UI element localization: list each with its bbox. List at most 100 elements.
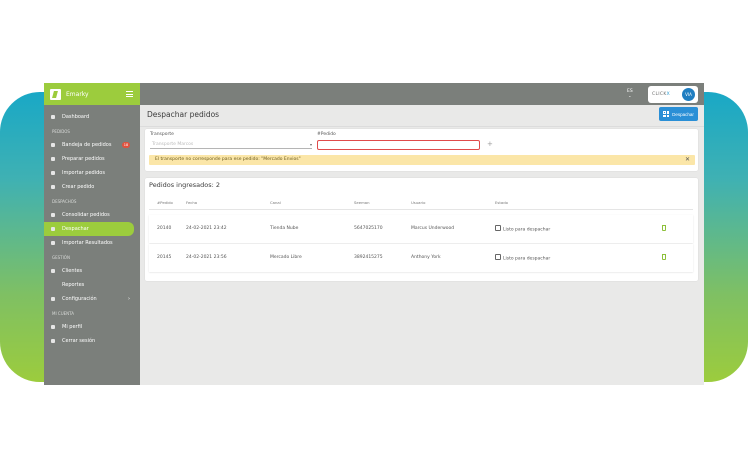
sidebar-list: Dashboard PEDIDOS Bandeja de pedidos 18 Prep… bbox=[44, 105, 140, 348]
alert-message: El transporte no corresponde para ese pe… bbox=[155, 157, 301, 162]
count-badge: 18 bbox=[122, 142, 130, 148]
sidebar-item-label: Cerrar sesión bbox=[62, 338, 96, 344]
column-header-canal: Canal bbox=[270, 200, 281, 205]
sidebar-section-mi-cuenta: MI CUENTA bbox=[52, 310, 75, 316]
preparar-pedidos-icon bbox=[51, 157, 55, 161]
sidebar-item-consolidar-pedidos[interactable]: Consolidar pedidos bbox=[44, 208, 140, 222]
sidebar-section-pedidos: PEDIDOS bbox=[52, 128, 70, 134]
dashboard-icon bbox=[51, 115, 55, 119]
chevron-right-icon: › bbox=[128, 296, 130, 302]
sidebar-item-bandeja-de-pedidos[interactable]: Bandeja de pedidos 18 bbox=[44, 138, 140, 152]
column-header-seeman: Seeman bbox=[354, 200, 370, 205]
transporte-select[interactable]: Transporte Marcos ▾ bbox=[150, 140, 312, 149]
configuracion-icon bbox=[51, 297, 55, 301]
cell-canal: Tienda Nube bbox=[270, 226, 299, 231]
table-title: Pedidos ingresados: 2 bbox=[149, 181, 221, 189]
estado-label: Listo para despachar bbox=[503, 227, 551, 233]
sidebar-item-importar-resultados[interactable]: Importar Resultados bbox=[44, 236, 140, 250]
trash-icon[interactable] bbox=[662, 225, 666, 231]
sidebar-item-despachar[interactable]: Despachar bbox=[44, 222, 134, 236]
clickx-prefix: CLICK bbox=[652, 92, 667, 97]
grid-icon bbox=[663, 111, 670, 117]
crear-pedido-icon bbox=[51, 185, 55, 189]
pedido-label: #Pedido bbox=[317, 132, 336, 137]
sidebar-section-gestion: GESTIÓN bbox=[52, 254, 70, 260]
sidebar-item-dashboard[interactable]: Dashboard bbox=[44, 110, 140, 124]
sidebar-item-label: Reportes bbox=[62, 282, 85, 288]
menu-toggle-icon[interactable] bbox=[126, 91, 133, 97]
cell-seeman: 5647025170 bbox=[354, 226, 383, 231]
page-title: Despachar pedidos bbox=[147, 110, 220, 119]
importar-resultados-icon bbox=[51, 241, 55, 245]
column-header-fecha: Fecha bbox=[186, 200, 198, 205]
transporte-label: Transporte bbox=[150, 132, 174, 137]
sidebar-header: Emarky bbox=[44, 83, 140, 105]
despachar-button[interactable]: Despachar bbox=[659, 107, 698, 121]
cell-pedido: 20145 bbox=[157, 255, 172, 260]
table-header-divider bbox=[149, 209, 693, 210]
sidebar-item-label: Despachar bbox=[62, 226, 89, 232]
trash-icon[interactable] bbox=[662, 254, 666, 260]
sidebar-item-label: Consolidar pedidos bbox=[62, 212, 110, 218]
sidebar-item-label: Mi perfil bbox=[62, 324, 83, 330]
bandeja-de-pedidos-icon bbox=[51, 143, 55, 147]
clickx-suffix: X bbox=[666, 92, 670, 97]
dispatch-status-icon bbox=[495, 225, 501, 231]
sidebar-item-importar-pedidos[interactable]: Importar pedidos bbox=[44, 166, 140, 180]
close-icon[interactable]: ✕ bbox=[685, 155, 690, 165]
sidebar-item-reportes[interactable]: Reportes bbox=[44, 278, 140, 292]
cell-estado: Listo para despachar bbox=[495, 225, 551, 233]
column-header-pedido: #Pedido bbox=[157, 200, 173, 205]
sidebar-item-label: Importar Resultados bbox=[62, 240, 113, 246]
logo-icon bbox=[50, 88, 61, 100]
clickx-logo: CLICKX VIA bbox=[648, 86, 698, 103]
sidebar-item-cerrar-sesion[interactable]: Cerrar sesión bbox=[44, 334, 140, 348]
transporte-placeholder: Transporte Marcos bbox=[152, 142, 194, 147]
sidebar-item-label: Importar pedidos bbox=[62, 170, 105, 176]
sidebar-item-configuracion[interactable]: Configuración › bbox=[44, 292, 140, 306]
sidebar-item-mi-perfil[interactable]: Mi perfil bbox=[44, 320, 140, 334]
clientes-icon bbox=[51, 269, 55, 273]
dispatch-status-icon bbox=[495, 254, 501, 260]
cell-estado: Listo para despachar bbox=[495, 254, 550, 262]
language-selector[interactable]: ES ⌄ bbox=[627, 89, 633, 98]
brand-name: Emarky bbox=[66, 90, 89, 98]
caret-down-icon: ▾ bbox=[309, 142, 312, 147]
sidebar-item-label: Dashboard bbox=[62, 114, 90, 120]
column-header-estado: Estado bbox=[495, 200, 508, 205]
sidebar-section-despachos: DESPACHOS bbox=[52, 198, 77, 204]
sidebar: Emarky Dashboard PEDIDOS Bandeja de pedido… bbox=[44, 83, 140, 385]
sidebar-item-preparar-pedidos[interactable]: Preparar pedidos bbox=[44, 152, 140, 166]
cerrar-sesion-icon bbox=[51, 339, 55, 343]
main-content: Despachar pedidos Despachar Transporte T… bbox=[140, 105, 704, 385]
table-row[interactable]: 20145 24-02-2021 23:56 Mercado Libre 389… bbox=[149, 244, 693, 272]
avatar[interactable]: VIA bbox=[682, 88, 695, 101]
clickx-wordmark: CLICKX bbox=[652, 92, 670, 97]
mi-perfil-icon bbox=[51, 325, 55, 329]
sidebar-item-label: Clientes bbox=[62, 268, 83, 274]
divider bbox=[140, 126, 704, 127]
cell-fecha: 24-02-2021 23:42 bbox=[186, 226, 227, 231]
despachar-button-label: Despachar bbox=[672, 111, 694, 117]
cell-fecha: 24-02-2021 23:56 bbox=[186, 255, 227, 260]
cell-usuario: Marcus Underwood bbox=[411, 226, 455, 231]
cell-pedido: 20140 bbox=[157, 226, 172, 231]
importar-pedidos-icon bbox=[51, 171, 55, 175]
consolidar-pedidos-icon bbox=[51, 213, 55, 217]
dispatch-form-card: Transporte Transporte Marcos ▾ #Pedido +… bbox=[145, 129, 698, 171]
cell-canal: Mercado Libre bbox=[270, 255, 302, 260]
sidebar-item-crear-pedido[interactable]: Crear pedido bbox=[44, 180, 140, 194]
cell-seeman: 3892415275 bbox=[354, 255, 383, 260]
pedido-input[interactable] bbox=[317, 140, 480, 150]
sidebar-item-label: Crear pedido bbox=[62, 184, 95, 190]
app-window: Emarky Dashboard PEDIDOS Bandeja de pedido… bbox=[44, 83, 704, 385]
sidebar-item-clientes[interactable]: Clientes bbox=[44, 264, 140, 278]
despachar-icon bbox=[51, 227, 55, 231]
table-row[interactable]: 20140 24-02-2021 23:42 Tienda Nube 56470… bbox=[149, 215, 693, 243]
column-header-usuario: Usuario bbox=[411, 200, 426, 205]
sidebar-item-label: Configuración bbox=[62, 296, 97, 302]
sidebar-item-label: Bandeja de pedidos bbox=[62, 142, 112, 148]
add-pedido-icon[interactable]: + bbox=[487, 141, 493, 148]
sidebar-item-label: Preparar pedidos bbox=[62, 156, 105, 162]
topbar: ES ⌄ CLICKX VIA bbox=[140, 83, 704, 105]
